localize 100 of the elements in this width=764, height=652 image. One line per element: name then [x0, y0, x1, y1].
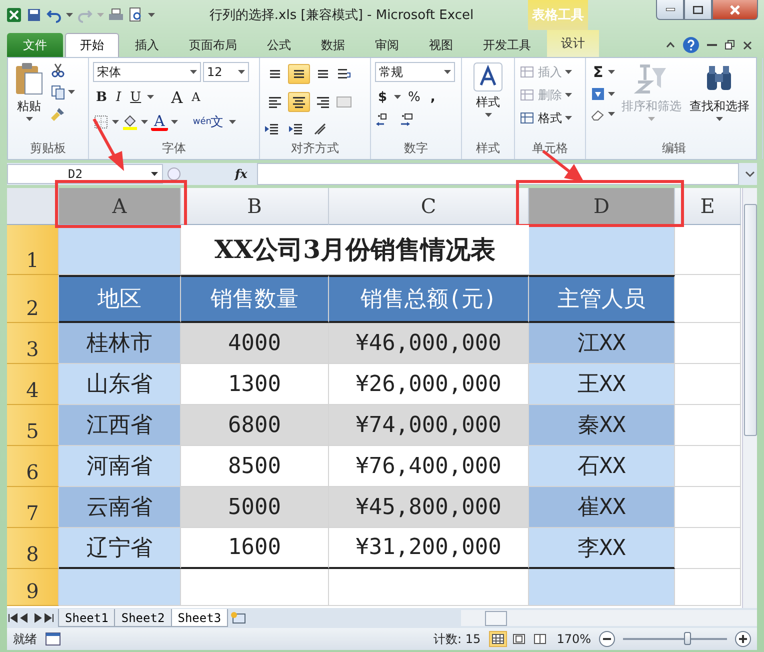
table-cell: 江西省 [59, 405, 181, 446]
bold-button[interactable]: B [93, 87, 110, 107]
column-header[interactable]: D [529, 188, 675, 225]
column-header[interactable]: E [675, 188, 741, 225]
cells-menu-button[interactable]: 格式 [519, 108, 572, 128]
column-header[interactable]: C [329, 188, 529, 225]
ribbon-tab[interactable]: 视图 [415, 33, 467, 57]
close-icon [730, 4, 740, 14]
scissors-icon[interactable] [50, 62, 66, 78]
ribbon-tab[interactable]: 设计 [547, 30, 599, 57]
ribbon-tab[interactable]: 数据 [307, 33, 359, 57]
table-cell: 桂林市 [59, 323, 181, 364]
ribbon-tab[interactable]: 审阅 [361, 33, 413, 57]
underline-button[interactable]: U [127, 87, 144, 107]
help-icon[interactable] [683, 37, 699, 53]
align-icon [317, 70, 329, 78]
ribbon-tab[interactable]: 开始 [65, 33, 119, 57]
table-cell: 8500 [181, 446, 329, 487]
excel-logo-icon[interactable] [6, 7, 22, 23]
caret-icon [97, 13, 104, 17]
table-cell: 5000 [181, 487, 329, 528]
column-header[interactable]: A [59, 188, 181, 225]
font-color-button[interactable]: A [151, 113, 168, 131]
align-center-button[interactable] [288, 92, 310, 112]
align-middle-button[interactable] [288, 64, 310, 84]
row-header[interactable]: 3 [7, 323, 59, 364]
collapse-ribbon-icon[interactable] [666, 42, 675, 48]
formula-input[interactable] [257, 163, 739, 185]
close-icon[interactable] [743, 40, 752, 50]
fill-down-icon[interactable] [590, 86, 606, 102]
ribbon-tab[interactable]: 公式 [253, 33, 305, 57]
minus-icon [603, 638, 611, 640]
caret-icon [229, 120, 236, 124]
row-header[interactable]: 8 [7, 528, 59, 569]
row-header[interactable]: 6 [7, 446, 59, 487]
row-header[interactable]: 5 [7, 405, 59, 446]
table-cell: 山东省 [59, 364, 181, 405]
row-header[interactable]: 7 [7, 487, 59, 528]
decrease-decimal-icon[interactable] [399, 112, 415, 128]
table-icon [519, 64, 535, 80]
caret-icon [608, 112, 615, 116]
paintbrush-icon[interactable] [50, 106, 66, 122]
caret-icon [565, 93, 572, 97]
italic-button[interactable]: I [113, 87, 124, 107]
group-label: 剪贴板 [29, 140, 67, 157]
font-name-dropdown[interactable]: 宋体 [93, 62, 201, 82]
maximize-button[interactable] [684, 0, 712, 20]
font-size-dropdown[interactable]: 12 [203, 62, 249, 82]
ribbon-tab[interactable]: 开发工具 [469, 33, 545, 57]
merge-cells-icon[interactable] [336, 94, 352, 110]
percent-button[interactable]: % [405, 87, 424, 107]
fill-bucket-icon[interactable] [122, 114, 138, 130]
number-format-dropdown[interactable]: 常规 [375, 62, 455, 82]
table-cell: 石XX [529, 446, 675, 487]
shrink-font-button[interactable]: A [188, 87, 204, 107]
table-cell: 李XX [529, 528, 675, 569]
scrollbar-thumb[interactable] [744, 204, 756, 436]
status-mode: 就绪 [13, 630, 37, 648]
sheet-tab[interactable]: Sheet1 [58, 609, 116, 627]
zoom-percent[interactable]: 170% [556, 632, 591, 646]
minimize-button[interactable] [656, 0, 684, 20]
align-icon [293, 96, 305, 108]
macro-record-icon[interactable] [45, 632, 61, 646]
table-cell: ¥31,200,000 [329, 528, 529, 569]
select-all-corner[interactable] [7, 188, 59, 225]
close-button[interactable] [712, 0, 758, 20]
currency-button[interactable]: $ [375, 87, 390, 107]
minimize-icon[interactable] [707, 44, 717, 46]
comma-button[interactable]: , [427, 87, 438, 107]
text-orientation-icon[interactable] [312, 120, 328, 137]
caret-icon [26, 117, 32, 121]
scrollbar-thumb[interactable] [485, 610, 507, 626]
grow-font-button[interactable]: A [168, 87, 186, 107]
row-header[interactable]: 2 [7, 275, 59, 323]
ribbon-tab[interactable]: 插入 [121, 33, 173, 57]
paste-button[interactable]: 粘贴 [12, 62, 46, 139]
restore-icon[interactable] [725, 40, 735, 50]
view-button[interactable] [488, 631, 507, 647]
styles-button[interactable]: 样式 [471, 62, 505, 139]
zoom-in-button[interactable] [735, 631, 751, 647]
save-icon[interactable] [26, 7, 42, 23]
column-header[interactable]: B [181, 188, 329, 225]
row-header[interactable]: 1 [7, 225, 59, 275]
ribbon-tab[interactable]: 页面布局 [175, 33, 251, 57]
align-icon [293, 70, 305, 78]
row-header[interactable]: 9 [7, 569, 59, 606]
sheet-tab[interactable]: Sheet3 [170, 609, 228, 627]
row-header[interactable]: 4 [7, 364, 59, 405]
copy-icon[interactable] [50, 84, 66, 100]
autosum-button[interactable]: Σ [590, 62, 606, 82]
print-icon[interactable] [108, 7, 124, 23]
ribbon-tab[interactable]: 文件 [7, 33, 63, 57]
sheet-tab[interactable]: Sheet2 [114, 609, 172, 627]
border-icon[interactable] [93, 114, 109, 130]
resize-handle-icon[interactable] [167, 167, 181, 181]
zoom-slider-thumb[interactable] [684, 632, 692, 645]
find-select-button[interactable]: 查找和选择 [687, 62, 752, 139]
zoom-out-button[interactable] [599, 631, 615, 647]
insert-function-button[interactable]: fx [229, 167, 254, 181]
caret-icon [565, 116, 572, 120]
